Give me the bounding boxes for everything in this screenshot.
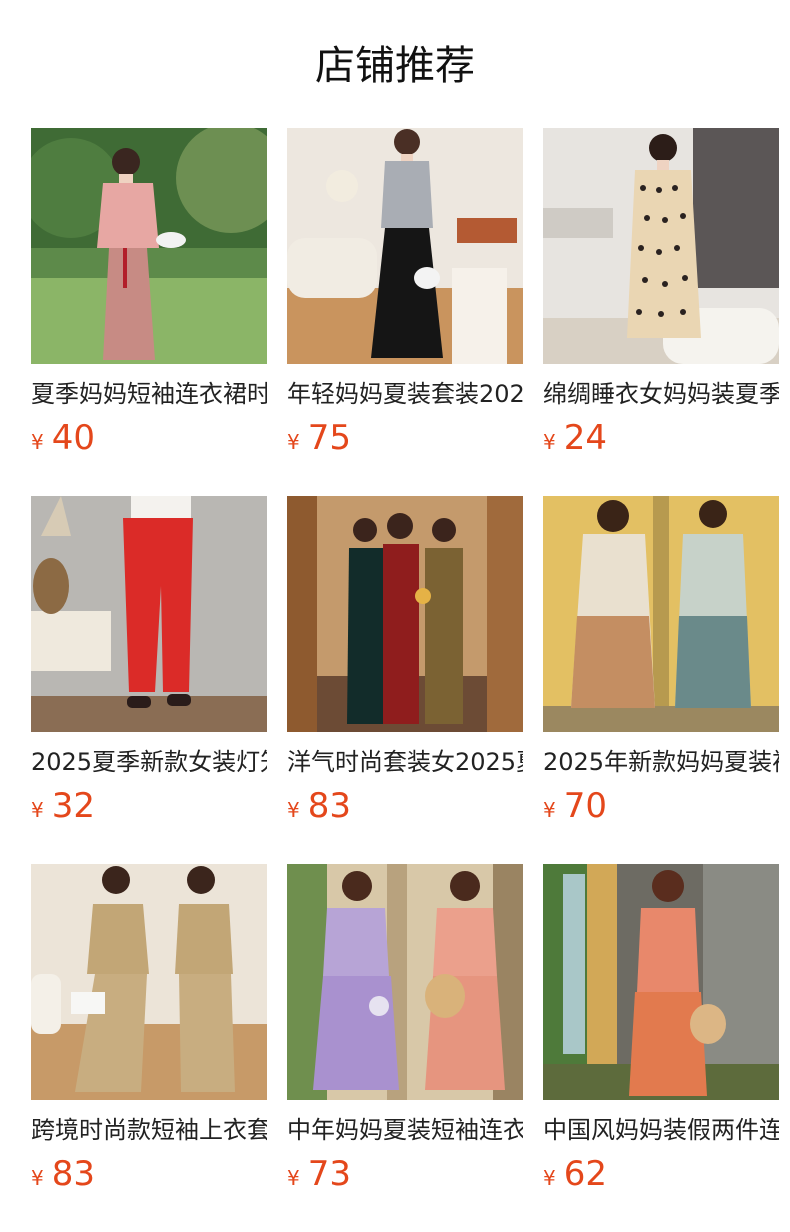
- currency-symbol: ¥: [543, 430, 556, 454]
- product-card[interactable]: 中国风妈妈装假两件连衣 ¥62: [543, 864, 779, 1232]
- currency-symbol: ¥: [287, 798, 300, 822]
- product-grid: 夏季妈妈短袖连衣裙时尚 ¥40: [31, 128, 779, 1232]
- product-image[interactable]: [543, 128, 779, 364]
- product-price: ¥75: [287, 418, 523, 464]
- product-image[interactable]: [31, 864, 267, 1100]
- product-price: ¥24: [543, 418, 779, 464]
- price-amount: 83: [307, 786, 351, 826]
- currency-symbol: ¥: [287, 1166, 300, 1190]
- product-image[interactable]: [543, 496, 779, 732]
- currency-symbol: ¥: [31, 798, 44, 822]
- price-amount: 83: [51, 1154, 95, 1194]
- product-card[interactable]: 2025夏季新款女装灯笼裤 ¥32: [31, 496, 267, 864]
- product-card[interactable]: 中年妈妈夏装短袖连衣裙 ¥73: [287, 864, 523, 1232]
- product-image[interactable]: [31, 496, 267, 732]
- product-card[interactable]: 年轻妈妈夏装套装2025 ¥75: [287, 128, 523, 496]
- product-image[interactable]: [287, 864, 523, 1100]
- store-recommendations-page: 店铺推荐 夏季妈妈短袖连衣裙时尚: [0, 0, 790, 1232]
- product-name[interactable]: 绵绸睡衣女妈妈装夏季: [543, 378, 779, 410]
- price-amount: 62: [563, 1154, 607, 1194]
- product-name[interactable]: 洋气时尚套装女2025夏: [287, 746, 523, 778]
- product-price: ¥83: [31, 1154, 267, 1200]
- product-name[interactable]: 中年妈妈夏装短袖连衣裙: [287, 1114, 523, 1146]
- section-title: 店铺推荐: [315, 43, 475, 89]
- product-card[interactable]: 夏季妈妈短袖连衣裙时尚 ¥40: [31, 128, 267, 496]
- product-name[interactable]: 年轻妈妈夏装套装2025: [287, 378, 523, 410]
- currency-symbol: ¥: [287, 430, 300, 454]
- product-name[interactable]: 中国风妈妈装假两件连衣: [543, 1114, 779, 1146]
- currency-symbol: ¥: [543, 798, 556, 822]
- product-card[interactable]: 洋气时尚套装女2025夏 ¥83: [287, 496, 523, 864]
- product-image[interactable]: [287, 128, 523, 364]
- product-price: ¥73: [287, 1154, 523, 1200]
- price-amount: 75: [307, 418, 351, 458]
- currency-symbol: ¥: [31, 430, 44, 454]
- price-amount: 32: [51, 786, 95, 826]
- product-price: ¥62: [543, 1154, 779, 1200]
- product-image[interactable]: [31, 128, 267, 364]
- product-image[interactable]: [543, 864, 779, 1100]
- product-name[interactable]: 2025夏季新款女装灯笼裤: [31, 746, 267, 778]
- price-amount: 73: [307, 1154, 351, 1194]
- currency-symbol: ¥: [31, 1166, 44, 1190]
- product-image[interactable]: [287, 496, 523, 732]
- product-card[interactable]: 跨境时尚款短袖上衣套装 ¥83: [31, 864, 267, 1232]
- product-price: ¥70: [543, 786, 779, 832]
- product-price: ¥40: [31, 418, 267, 464]
- product-card[interactable]: 绵绸睡衣女妈妈装夏季 ¥24: [543, 128, 779, 496]
- price-amount: 40: [51, 418, 95, 458]
- product-name[interactable]: 2025年新款妈妈夏装裙: [543, 746, 779, 778]
- product-price: ¥32: [31, 786, 267, 832]
- currency-symbol: ¥: [543, 1166, 556, 1190]
- product-card[interactable]: 2025年新款妈妈夏装裙 ¥70: [543, 496, 779, 864]
- price-amount: 70: [563, 786, 607, 826]
- product-name[interactable]: 跨境时尚款短袖上衣套装: [31, 1114, 267, 1146]
- price-amount: 24: [563, 418, 607, 458]
- product-price: ¥83: [287, 786, 523, 832]
- product-name[interactable]: 夏季妈妈短袖连衣裙时尚: [31, 378, 267, 410]
